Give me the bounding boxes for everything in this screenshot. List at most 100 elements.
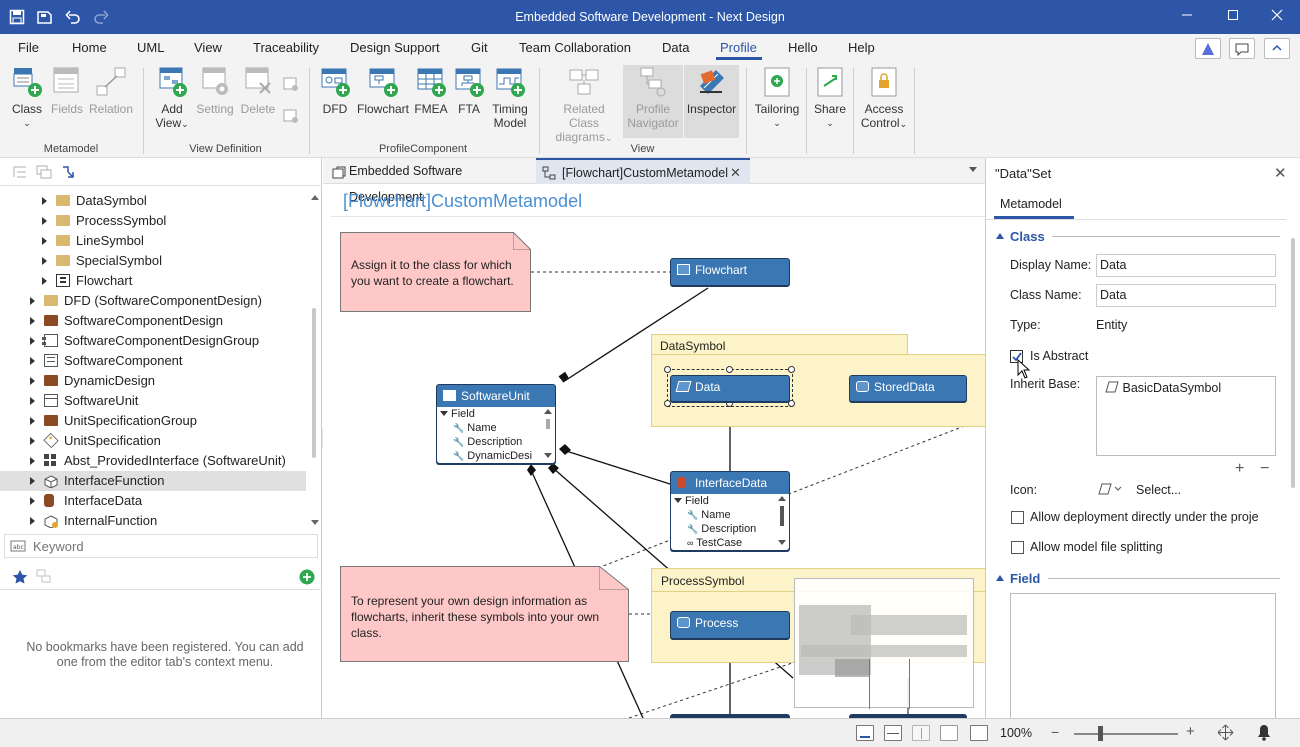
related-class-diagrams-button[interactable]: Related Class diagrams⌄ xyxy=(547,66,621,145)
expand-arrow-icon[interactable] xyxy=(30,297,35,305)
tree-item[interactable]: DFD (SoftwareComponentDesign) xyxy=(0,291,306,311)
expand-arrow-icon[interactable] xyxy=(30,337,35,345)
inherit-base-list[interactable]: BasicDataSymbol xyxy=(1096,376,1276,456)
resize-handle[interactable] xyxy=(664,366,671,373)
expand-arrow-icon[interactable] xyxy=(30,517,35,525)
expand-arrow-icon[interactable] xyxy=(42,277,47,285)
tree-item[interactable]: SoftwareUnit xyxy=(0,391,306,411)
flowchart-button[interactable]: Flowchart xyxy=(355,66,411,116)
node-process[interactable]: Process xyxy=(670,611,790,639)
collapse-section-icon[interactable] xyxy=(996,233,1004,239)
expand-arrow-icon[interactable] xyxy=(42,237,47,245)
tab-flowchart-metamodel[interactable]: [Flowchart]CustomMetamodel ✕ xyxy=(536,158,750,184)
scroll-up-icon[interactable] xyxy=(311,195,319,200)
star-icon[interactable] xyxy=(12,569,28,585)
expand-arrow-icon[interactable] xyxy=(30,417,35,425)
expand-arrow-icon[interactable] xyxy=(30,437,35,445)
menu-help[interactable]: Help xyxy=(848,40,875,55)
menu-profile[interactable]: Profile xyxy=(720,40,757,55)
fta-button[interactable]: FTA xyxy=(451,66,487,116)
small-view-icon[interactable] xyxy=(283,76,299,92)
node-interfacedata[interactable]: InterfaceData Field 🔧 Name 🔧 Description… xyxy=(670,471,790,551)
collapse-icon[interactable] xyxy=(440,411,448,416)
menu-view[interactable]: View xyxy=(194,40,222,55)
field-list[interactable] xyxy=(1010,593,1276,718)
bookmark-list-icon[interactable] xyxy=(36,569,52,585)
allow-file-splitting-checkbox[interactable] xyxy=(1011,541,1024,554)
collapse-section-icon[interactable] xyxy=(996,575,1004,581)
menu-file[interactable]: File xyxy=(18,40,39,55)
remove-inherit-icon[interactable]: − xyxy=(1260,460,1269,478)
close-button[interactable] xyxy=(1254,0,1300,34)
tailoring-button[interactable]: Tailoring ⌄ xyxy=(752,66,802,130)
note-assign-class[interactable]: Assign it to the class for which you wan… xyxy=(340,230,533,312)
menu-hello[interactable]: Hello xyxy=(788,40,818,55)
menu-design-support[interactable]: Design Support xyxy=(350,40,440,55)
menu-home[interactable]: Home xyxy=(72,40,107,55)
tree-item[interactable]: DynamicDesign xyxy=(0,371,306,391)
tree-item[interactable]: InternalFunction xyxy=(0,511,306,531)
tab-list-dropdown-icon[interactable] xyxy=(969,167,977,172)
access-control-button[interactable]: Access Control⌄ xyxy=(858,66,910,131)
scroll-thumb[interactable] xyxy=(780,506,784,526)
expand-arrow-icon[interactable] xyxy=(30,457,35,465)
expand-arrow-icon[interactable] xyxy=(30,317,35,325)
fields-button[interactable]: Fields xyxy=(48,66,86,116)
tree-item[interactable]: SoftwareComponent xyxy=(0,351,306,371)
share-button[interactable]: Share ⌄ xyxy=(811,66,849,130)
tree-item[interactable]: SoftwareComponentDesign xyxy=(0,311,306,331)
small-view-icon-2[interactable] xyxy=(283,108,299,124)
inspector-button[interactable]: Inspector xyxy=(684,65,739,138)
node-storeddata[interactable]: StoredData xyxy=(849,375,967,402)
collapse-ribbon-icon[interactable] xyxy=(1264,38,1290,59)
fit-to-window-icon[interactable] xyxy=(1217,724,1234,744)
tree-item[interactable]: DataSymbol xyxy=(0,191,306,211)
scroll-thumb[interactable] xyxy=(312,308,316,458)
minimize-button[interactable] xyxy=(1164,0,1210,34)
minimap[interactable] xyxy=(794,578,974,709)
icon-dropdown[interactable] xyxy=(1098,483,1124,498)
resize-handle[interactable] xyxy=(726,366,733,373)
tree-item[interactable]: UnitSpecificationGroup xyxy=(0,411,306,431)
allow-deployment-checkbox[interactable] xyxy=(1011,511,1024,524)
scroll-up-icon[interactable] xyxy=(778,496,786,501)
close-panel-icon[interactable]: ✕ xyxy=(1274,164,1287,182)
tree-item[interactable]: SoftwareComponentDesignGroup xyxy=(0,331,306,351)
notification-bell-icon[interactable] xyxy=(1256,724,1272,744)
tab-embedded-software[interactable]: Embedded Software Development xyxy=(329,158,537,204)
diagram-canvas[interactable]: Assign it to the class for which you wan… xyxy=(323,218,985,718)
profile-navigator-button[interactable]: Profile Navigator xyxy=(623,65,683,138)
tree-item[interactable]: ProcessSymbol xyxy=(0,211,306,231)
view-mode-split-vertical-icon[interactable] xyxy=(912,725,930,741)
inherit-item-row[interactable]: BasicDataSymbol xyxy=(1105,381,1221,395)
scroll-up-icon[interactable] xyxy=(544,409,552,414)
tree-item[interactable]: LineSymbol xyxy=(0,231,306,251)
feedback-icon[interactable] xyxy=(1229,38,1255,59)
menu-data[interactable]: Data xyxy=(662,40,689,55)
keyword-search-box[interactable]: abc xyxy=(4,534,318,558)
class-button[interactable]: Class ⌄ xyxy=(8,66,46,130)
node-softwareunit[interactable]: SoftwareUnit Field 🔧 Name 🔧 Description … xyxy=(436,384,556,464)
tab-metamodel[interactable]: Metamodel xyxy=(1000,197,1062,211)
zoom-out-icon[interactable]: − xyxy=(1051,724,1059,740)
tree-item[interactable]: InterfaceFunction xyxy=(0,471,306,491)
close-tab-icon[interactable]: ✕ xyxy=(730,160,741,186)
expand-arrow-icon[interactable] xyxy=(30,377,35,385)
fmea-button[interactable]: FMEA xyxy=(413,66,449,116)
zoom-slider-track[interactable] xyxy=(1074,733,1178,735)
scroll-thumb[interactable] xyxy=(1291,238,1295,488)
setting-button[interactable]: Setting xyxy=(194,66,236,116)
node-flowchart[interactable]: Flowchart xyxy=(670,258,790,286)
fields-scrollbar[interactable] xyxy=(544,409,552,459)
expand-arrow-icon[interactable] xyxy=(42,197,47,205)
zoom-slider-thumb[interactable] xyxy=(1098,726,1103,741)
scroll-thumb[interactable] xyxy=(546,419,550,429)
tree-item[interactable]: Flowchart xyxy=(0,271,306,291)
tree-scrollbar[interactable] xyxy=(308,188,320,528)
scroll-down-icon[interactable] xyxy=(778,540,786,545)
menu-traceability[interactable]: Traceability xyxy=(253,40,319,55)
delete-button[interactable]: Delete xyxy=(237,66,279,116)
view-mode-split-horizontal-icon[interactable] xyxy=(884,725,902,741)
resize-handle[interactable] xyxy=(788,366,795,373)
expand-arrow-icon[interactable] xyxy=(30,497,35,505)
